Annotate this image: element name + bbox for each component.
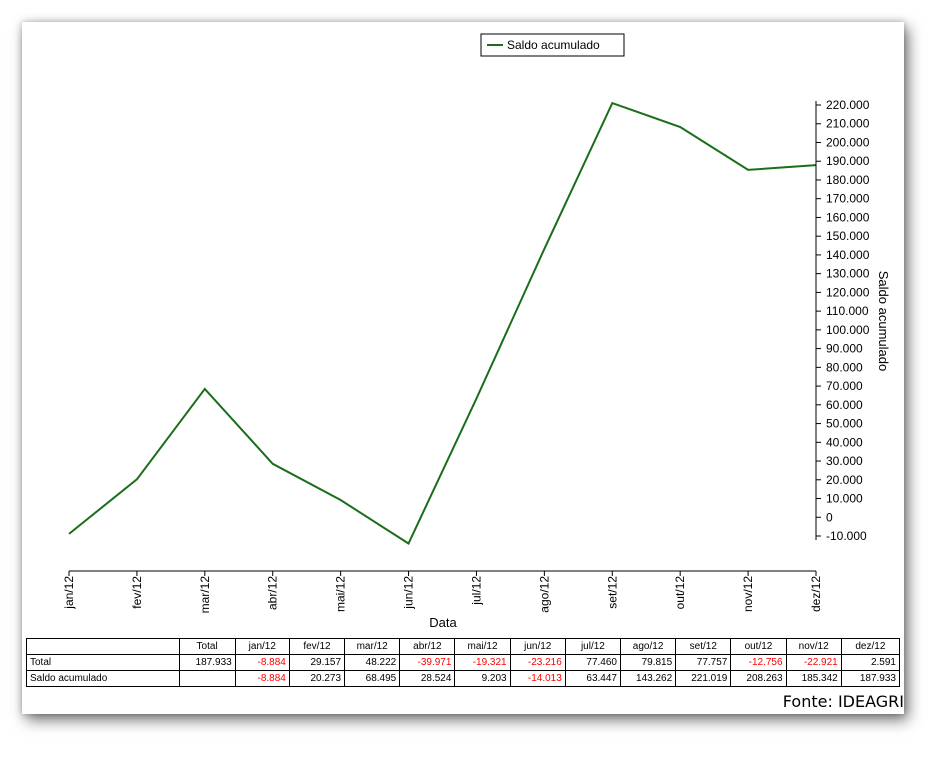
table-cell: -23.216 bbox=[509, 654, 566, 671]
row-total-cell bbox=[178, 670, 236, 687]
series-line bbox=[68, 101, 817, 545]
table-cell: 2.591 bbox=[840, 654, 901, 671]
table-header-cell: Total bbox=[178, 638, 236, 655]
table-header-cell: jun/12 bbox=[509, 638, 566, 655]
table-header-cell: mar/12 bbox=[344, 638, 401, 655]
table-cell: 29.157 bbox=[288, 654, 346, 671]
y-tick-label: 170.000 bbox=[826, 192, 870, 206]
y-tick-label: 150.000 bbox=[826, 229, 870, 243]
data-table: Total jan/12 fev/12 mar/12 abr/12 mai/12 jun/1… bbox=[26, 638, 901, 687]
table-cell: 20.273 bbox=[288, 670, 346, 687]
y-tick-label: 100.000 bbox=[826, 323, 870, 337]
table-cell: 68.495 bbox=[344, 670, 401, 687]
table-header-cell: abr/12 bbox=[399, 638, 456, 655]
table-cell: 28.524 bbox=[399, 670, 456, 687]
y-tick-label: 200.000 bbox=[826, 135, 870, 149]
table-cell: -12.756 bbox=[730, 654, 787, 671]
x-tick-label: abr/12 bbox=[266, 576, 280, 610]
table-header-cell: fev/12 bbox=[288, 638, 346, 655]
x-tick-label: mar/12 bbox=[198, 576, 212, 614]
table-cell: 63.447 bbox=[564, 670, 622, 687]
y-tick-label: -10.000 bbox=[826, 529, 867, 543]
table-header-cell: jul/12 bbox=[564, 638, 622, 655]
table-header-cell: nov/12 bbox=[785, 638, 842, 655]
y-tick-label: 80.000 bbox=[826, 360, 863, 374]
x-tick-label: fev/12 bbox=[130, 576, 144, 609]
table-header-cell: set/12 bbox=[675, 638, 732, 655]
y-tick-label: 90.000 bbox=[826, 342, 863, 356]
y-tick-label: 220.000 bbox=[826, 98, 870, 112]
row-label: Total bbox=[26, 654, 180, 671]
y-tick-label: 180.000 bbox=[826, 173, 870, 187]
table-cell: 187.933 bbox=[840, 670, 901, 687]
row-label: Saldo acumulado bbox=[26, 670, 180, 687]
table-cell: 79.815 bbox=[619, 654, 677, 671]
line-chart: -10.000 0 10.000 20.000 30.000 40.000 50.000 60… bbox=[62, 33, 891, 630]
table-header-cell: mai/12 bbox=[454, 638, 511, 655]
source-label: Fonte: IDEAGRI bbox=[782, 692, 904, 711]
table-cell: 185.342 bbox=[785, 670, 842, 687]
table-header-cell: out/12 bbox=[730, 638, 787, 655]
row-total-cell: 187.933 bbox=[178, 654, 236, 671]
x-axis-label: Data bbox=[429, 615, 457, 630]
y-tick-label: 210.000 bbox=[826, 117, 870, 131]
table-cell: -22.921 bbox=[785, 654, 842, 671]
x-tick-label: dez/12 bbox=[809, 576, 823, 612]
y-tick-label: 30.000 bbox=[826, 454, 863, 468]
table-cell: -8.884 bbox=[234, 654, 290, 671]
table-row: Saldo acumulado -8.884 20.273 68.495 28.524 9… bbox=[26, 670, 901, 687]
y-tick-label: 120.000 bbox=[826, 285, 870, 299]
y-tick-label: 70.000 bbox=[826, 379, 863, 393]
x-tick-label: jun/12 bbox=[402, 576, 416, 610]
table-cell: 77.757 bbox=[675, 654, 732, 671]
x-tick-label: set/12 bbox=[605, 576, 619, 609]
table-cell: 208.263 bbox=[730, 670, 787, 687]
y-tick-label: 50.000 bbox=[826, 417, 863, 431]
y-tick-label: 40.000 bbox=[826, 435, 863, 449]
x-tick-label: jul/12 bbox=[469, 576, 483, 606]
table-cell: 221.019 bbox=[675, 670, 732, 687]
table-cell: -39.971 bbox=[399, 654, 456, 671]
x-tick-label: out/12 bbox=[673, 576, 687, 610]
y-tick-label: 190.000 bbox=[826, 154, 870, 168]
y-tick-label: 140.000 bbox=[826, 248, 870, 262]
y-tick-label: 0 bbox=[826, 510, 833, 524]
legend-label: Saldo acumulado bbox=[507, 38, 600, 52]
x-tick-label: mai/12 bbox=[334, 576, 348, 612]
y-tick-label: 60.000 bbox=[826, 398, 863, 412]
table-header-row: Total jan/12 fev/12 mar/12 abr/12 mai/12 jun/1… bbox=[26, 638, 901, 655]
table-cell: -8.884 bbox=[234, 670, 290, 687]
table-header-cell: jan/12 bbox=[234, 638, 290, 655]
y-tick-label: 20.000 bbox=[826, 473, 863, 487]
y-axis-label: Saldo acumulado bbox=[876, 271, 891, 371]
y-tick-label: 160.000 bbox=[826, 210, 870, 224]
table-header-cell: dez/12 bbox=[840, 638, 901, 655]
x-tick-label: ago/12 bbox=[537, 576, 551, 613]
x-tick-label: jan/12 bbox=[62, 576, 76, 610]
table-row: Total 187.933 -8.884 29.157 48.222 -39.971 -19… bbox=[26, 654, 901, 671]
y-tick-label: 130.000 bbox=[826, 267, 870, 281]
table-cell: 77.460 bbox=[564, 654, 622, 671]
table-header-cell: ago/12 bbox=[619, 638, 677, 655]
table-cell: -19.321 bbox=[454, 654, 511, 671]
y-tick-label: 10.000 bbox=[826, 492, 863, 506]
table-cell: 143.262 bbox=[619, 670, 677, 687]
x-tick-label: nov/12 bbox=[741, 576, 755, 612]
table-cell: 9.203 bbox=[454, 670, 511, 687]
table-cell: 48.222 bbox=[344, 654, 401, 671]
table-cell: -14.013 bbox=[509, 670, 566, 687]
table-header-blank bbox=[26, 638, 180, 655]
y-tick-label: 110.000 bbox=[826, 304, 869, 318]
